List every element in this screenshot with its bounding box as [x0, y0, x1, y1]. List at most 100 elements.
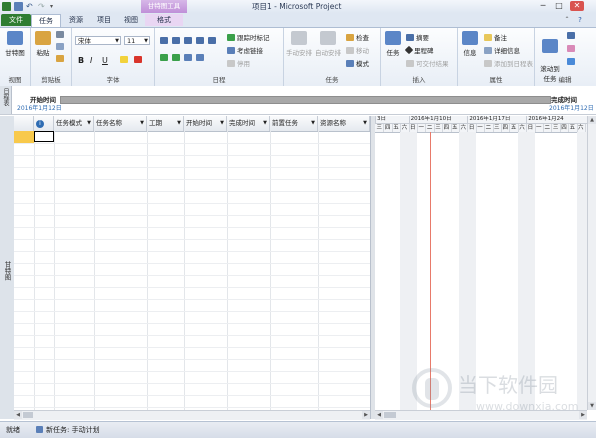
column-header-finish[interactable]: 完成时间 ▼ — [227, 116, 270, 131]
column-header-task-name[interactable]: 任务名称 ▼ — [94, 116, 147, 131]
font-color-button[interactable] — [134, 56, 142, 63]
manual-schedule-button[interactable]: 手动安排 — [285, 31, 313, 57]
chevron-down-icon[interactable]: ▼ — [311, 116, 315, 131]
tab-project[interactable]: 项目 — [91, 14, 117, 26]
properties-group-label: 属性 — [489, 76, 503, 84]
tab-file[interactable]: 文件 — [1, 14, 31, 26]
redo-icon[interactable]: ↷ — [38, 2, 47, 11]
move-button[interactable]: 移动 — [346, 45, 369, 55]
scroll-thumb[interactable] — [23, 412, 33, 418]
tab-view[interactable]: 视图 — [118, 14, 144, 26]
indent-buttons[interactable] — [160, 54, 204, 61]
save-icon[interactable] — [14, 2, 23, 11]
chevron-down-icon[interactable]: ▼ — [140, 116, 144, 131]
tab-format[interactable]: 格式 — [145, 14, 183, 26]
inspect-button[interactable]: 检查 — [346, 32, 369, 42]
scroll-left-icon[interactable]: ◀ — [14, 411, 22, 419]
chevron-down-icon[interactable]: ▼ — [263, 116, 267, 131]
grid-row-line — [14, 227, 370, 228]
clear-button[interactable] — [567, 45, 575, 52]
summary-icon — [406, 33, 414, 41]
pushpin-icon — [291, 31, 307, 45]
grid-column-line — [34, 131, 35, 410]
restore-button[interactable]: □ — [552, 1, 566, 11]
minimize-button[interactable]: ─ — [536, 1, 550, 11]
percent-complete-buttons[interactable] — [160, 37, 216, 44]
inactivate-label: 停用 — [237, 60, 250, 68]
undo-icon[interactable]: ↶ — [26, 2, 35, 11]
scroll-right-icon[interactable]: ▶ — [362, 411, 370, 419]
information-button[interactable]: 信息 — [460, 31, 480, 57]
indicator-column-header[interactable]: i — [34, 116, 54, 131]
find-button[interactable] — [567, 32, 575, 39]
selected-row-header[interactable] — [14, 131, 34, 143]
tab-task[interactable]: 任务 — [31, 14, 61, 27]
progress-50-icon — [184, 37, 192, 44]
italic-button[interactable]: I — [90, 56, 92, 65]
column-header-start[interactable]: 开始时间 ▼ — [184, 116, 227, 131]
grid-horizontal-scrollbar[interactable]: ◀ ▶ — [14, 410, 370, 420]
scroll-up-icon[interactable]: ▲ — [588, 116, 596, 124]
deliverable-button[interactable]: 可交付结果 — [406, 58, 449, 68]
chevron-down-icon[interactable]: ▼ — [87, 116, 91, 131]
progress-100-icon — [208, 37, 216, 44]
timeline-bar[interactable] — [60, 96, 551, 104]
cut-button[interactable] — [56, 31, 64, 38]
add-to-timeline-button[interactable]: 添加到日程表 — [484, 58, 533, 68]
column-header-duration[interactable]: 工期 ▼ — [147, 116, 184, 131]
grid-column-line — [94, 131, 95, 410]
row-header-corner[interactable] — [14, 116, 34, 131]
outdent-icon — [160, 54, 168, 61]
chevron-down-icon[interactable]: ▼ — [363, 116, 367, 131]
column-header-resource-names[interactable]: 资源名称 ▼ — [318, 116, 370, 131]
status-new-task-mode[interactable]: 新任务: 手动计划 — [46, 425, 100, 435]
fill-button[interactable] — [567, 58, 575, 65]
ribbon-minimize-icon[interactable]: ⌃ — [562, 14, 572, 26]
tab-resource[interactable]: 资源 — [63, 14, 89, 26]
insert-task-button[interactable]: 任务 — [383, 31, 403, 57]
bold-button[interactable]: B — [78, 56, 84, 65]
notes-button[interactable]: 备注 — [484, 32, 507, 42]
font-name-select[interactable]: 宋体 ▼ — [75, 36, 121, 45]
milestone-button[interactable]: 里程碑 — [404, 45, 434, 55]
font-size-select[interactable]: 11 ▼ — [124, 36, 150, 45]
grid-header: i 任务模式 ▼ 任务名称 ▼ 工期 ▼ 开始时间 ▼ 完成时间 ▼ 前置任务 ▼ 资源名称… — [14, 116, 370, 132]
help-icon[interactable]: ? — [575, 14, 585, 26]
scroll-left-icon[interactable]: ◀ — [375, 411, 383, 419]
add-to-timeline-icon — [484, 59, 492, 67]
active-cell[interactable] — [34, 131, 54, 142]
respect-links-button[interactable]: 考虑链接 — [227, 45, 263, 55]
underline-button[interactable]: U — [102, 56, 108, 65]
highlight-color-button[interactable] — [120, 56, 128, 63]
insert-task-label: 任务 — [386, 49, 400, 57]
chevron-down-icon[interactable]: ▼ — [220, 116, 224, 131]
task-icon — [385, 31, 401, 45]
chevron-down-icon[interactable]: ▼ — [177, 116, 181, 131]
summary-button[interactable]: 摘要 — [406, 32, 429, 42]
auto-schedule-button[interactable]: 自动安排 — [314, 31, 342, 57]
paste-button[interactable]: 粘贴 — [33, 31, 53, 57]
qat-customize-icon[interactable]: ▾ — [50, 2, 59, 11]
mode-button[interactable]: 模式 — [346, 58, 369, 68]
project-app-icon — [2, 2, 11, 11]
gantt-chart-button[interactable]: 甘特图 — [2, 31, 28, 57]
column-header-predecessors[interactable]: 前置任务 ▼ — [270, 116, 318, 131]
scroll-thumb[interactable] — [384, 412, 396, 418]
copy-button[interactable] — [56, 43, 64, 50]
column-header-task-mode[interactable]: 任务模式 ▼ — [54, 116, 94, 131]
task-grid[interactable]: i 任务模式 ▼ 任务名称 ▼ 工期 ▼ 开始时间 ▼ 完成时间 ▼ 前置任务 ▼ 资源名称… — [14, 116, 370, 410]
grid-row-line — [14, 359, 370, 360]
schedule-group-label: 日程 — [212, 76, 226, 84]
chevron-down-icon: ▼ — [115, 38, 119, 44]
timeline-pane: 日程表 开始时间 2016年1月12日 完成时间 2016年1月12日 — [0, 86, 596, 115]
grid-row-line — [14, 371, 370, 372]
window-title: 项目1 - Microsoft Project — [252, 2, 342, 11]
binoculars-icon — [567, 32, 575, 39]
close-button[interactable]: ✕ — [570, 1, 584, 11]
details-button[interactable]: 详细信息 — [484, 45, 520, 55]
inactivate-button[interactable]: 停用 — [227, 58, 250, 68]
format-painter-button[interactable] — [56, 55, 64, 62]
font-color-icon — [134, 56, 142, 63]
mark-on-track-button[interactable]: 跟踪时标记 — [227, 32, 270, 42]
grid-row-line — [14, 155, 370, 156]
